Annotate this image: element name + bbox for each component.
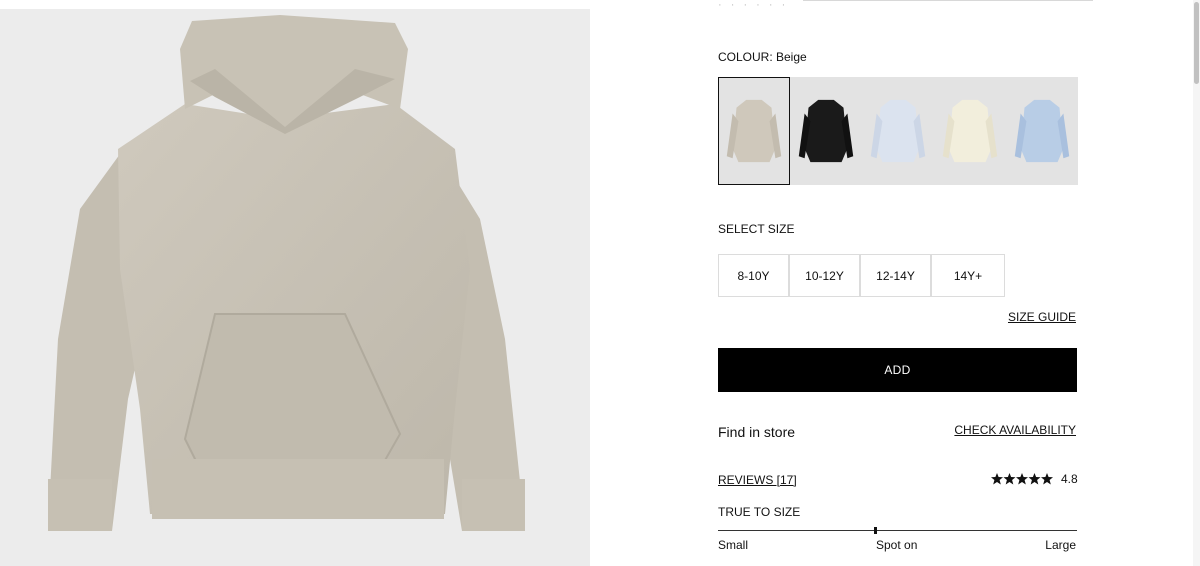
product-image[interactable] [0, 9, 590, 566]
add-to-bag-button[interactable]: ADD [718, 348, 1077, 392]
true-to-size-label: TRUE TO SIZE [718, 505, 801, 519]
colour-swatch-black[interactable] [790, 77, 862, 185]
colour-swatch-light-blue[interactable] [862, 77, 934, 185]
colour-swatch-cream[interactable] [934, 77, 1006, 185]
colour-label: COLOUR: Beige [718, 50, 807, 64]
select-size-label: SELECT SIZE [718, 222, 795, 236]
star-rating-icon [991, 473, 1053, 485]
hoodie-image [48, 15, 525, 531]
size-option-8-10y[interactable]: 8-10Y [718, 254, 789, 297]
fit-scale-marker [874, 527, 877, 534]
size-guide-link[interactable]: SIZE GUIDE [1008, 310, 1076, 324]
page-scrollbar[interactable] [1193, 0, 1200, 566]
check-availability-link[interactable]: CHECK AVAILABILITY [954, 423, 1076, 437]
truncated-price: · · · · · · [718, 0, 789, 11]
fit-scale-line [718, 530, 1077, 531]
rating-summary: 4.8 [991, 472, 1078, 486]
size-option-14y-plus[interactable]: 14Y+ [931, 254, 1005, 297]
truncated-divider [803, 0, 1093, 1]
fit-label-small: Small [718, 538, 749, 552]
colour-swatch-beige[interactable] [718, 77, 790, 185]
fit-label-spot-on: Spot on [876, 538, 918, 552]
reviews-link[interactable]: REVIEWS [17] [718, 473, 797, 487]
fit-label-large: Large [1045, 538, 1076, 552]
colour-swatch-blue[interactable] [1006, 77, 1078, 185]
page-scrollbar-thumb[interactable] [1194, 2, 1199, 84]
find-in-store-label: Find in store [718, 424, 796, 440]
size-option-10-12y[interactable]: 10-12Y [789, 254, 860, 297]
rating-value: 4.8 [1061, 472, 1078, 486]
size-option-12-14y[interactable]: 12-14Y [860, 254, 931, 297]
